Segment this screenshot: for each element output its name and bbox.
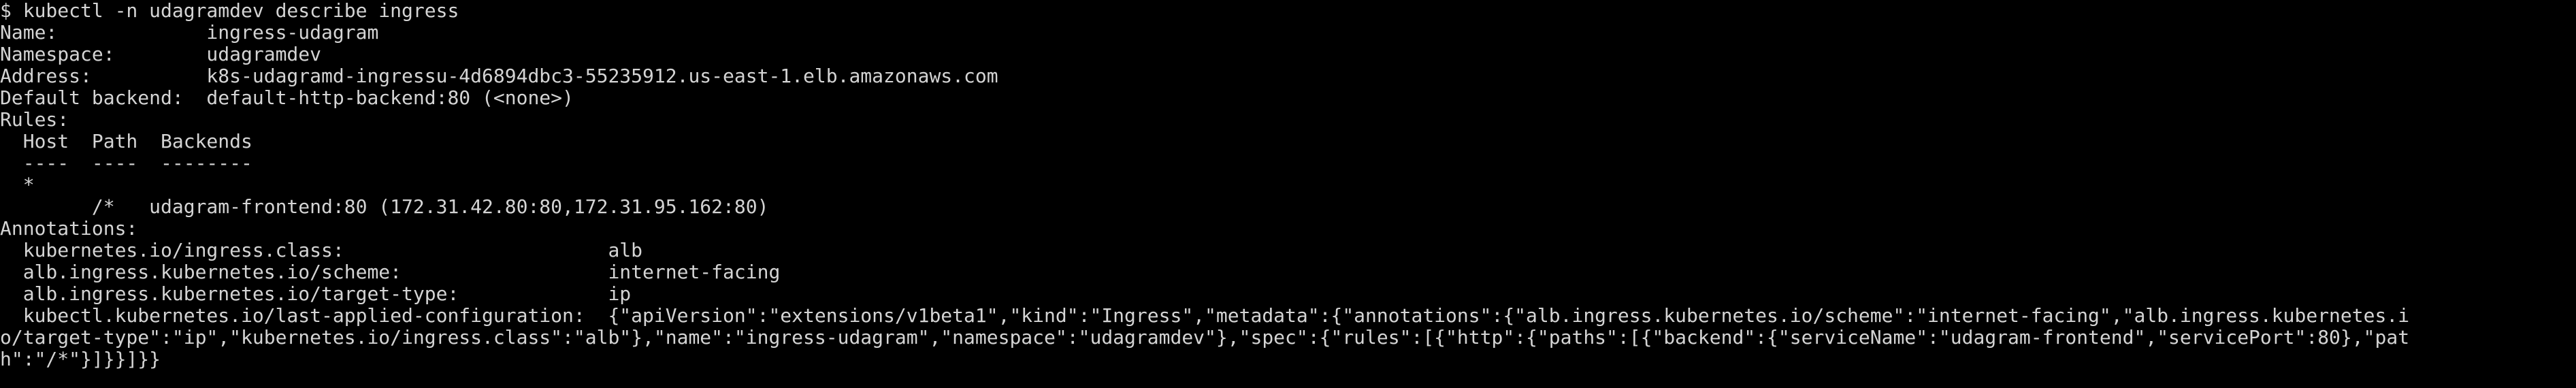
- annotation-ingress-class: kubernetes.io/ingress.class: alb: [0, 239, 643, 261]
- output-annotations-heading: Annotations:: [0, 217, 138, 240]
- annotation-last-applied-1: kubectl.kubernetes.io/last-applied-confi…: [0, 304, 2410, 327]
- output-default-backend: Default backend: default-http-backend:80…: [0, 86, 574, 109]
- output-rules-heading: Rules:: [0, 108, 69, 131]
- output-rules-path: /* udagram-frontend:80 (172.31.42.80:80,…: [0, 195, 769, 218]
- annotation-scheme: alb.ingress.kubernetes.io/scheme: intern…: [0, 261, 781, 283]
- terminal-window[interactable]: $ kubectl -n udagramdev describe ingress…: [0, 0, 2576, 388]
- output-name: Name: ingress-udagram: [0, 21, 379, 44]
- output-rules-header: Host Path Backends: [0, 130, 252, 152]
- output-rules-separator: ---- ---- --------: [0, 152, 252, 174]
- output-address: Address: k8s-udagramd-ingressu-4d6894dbc…: [0, 65, 998, 87]
- output-namespace: Namespace: udagramdev: [0, 43, 322, 65]
- annotation-last-applied-3: h":"/*"}]}}]}}: [0, 348, 161, 370]
- command-line: $ kubectl -n udagramdev describe ingress: [0, 0, 459, 22]
- annotation-target-type: alb.ingress.kubernetes.io/target-type: i…: [0, 282, 632, 305]
- output-rules-host: *: [0, 174, 35, 196]
- annotation-last-applied-2: o/target-type":"ip","kubernetes.io/ingre…: [0, 326, 2410, 349]
